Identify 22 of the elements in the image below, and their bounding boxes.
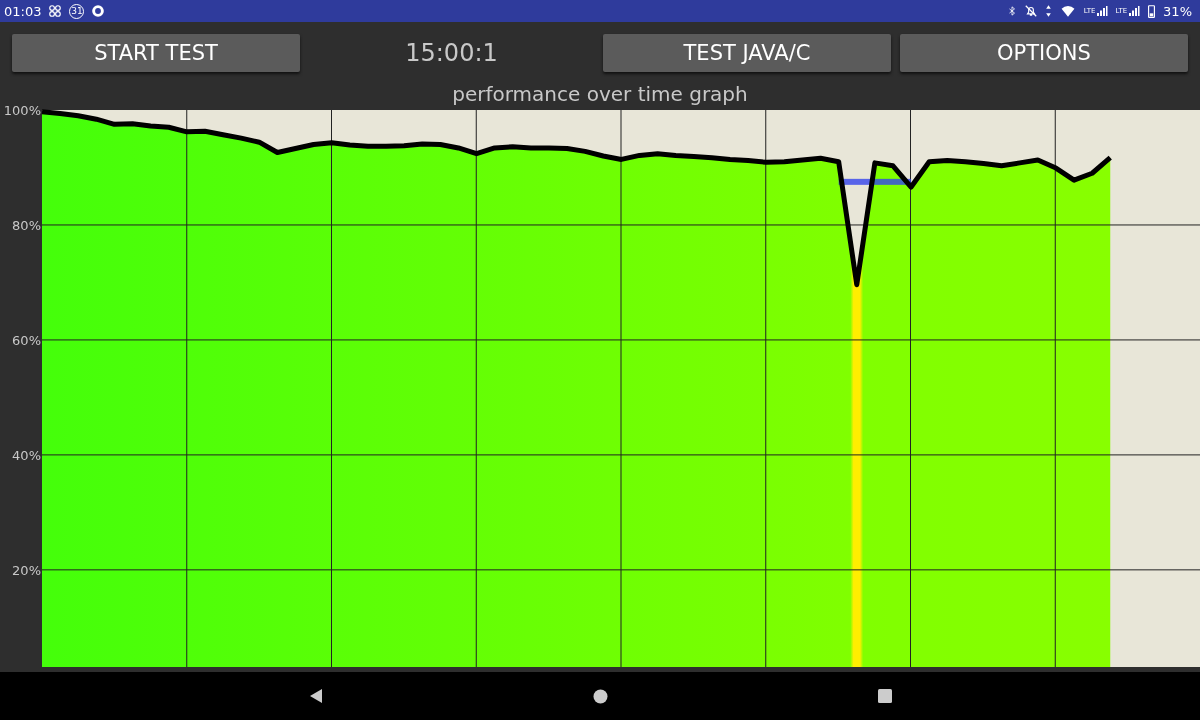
- y-axis-label: 100%: [3, 104, 41, 118]
- back-icon[interactable]: [308, 688, 323, 704]
- record-icon: [91, 4, 106, 18]
- data-arrows-icon: [1044, 4, 1052, 18]
- bell-off-icon: [1023, 4, 1038, 18]
- options-button[interactable]: OPTIONS: [900, 34, 1188, 72]
- clock: 01:03: [4, 3, 42, 19]
- signal-icon: [1128, 4, 1141, 18]
- y-axis-label: 80%: [12, 217, 41, 233]
- test-java-c-button[interactable]: TEST JAVA/C: [603, 34, 891, 72]
- start-test-button[interactable]: START TEST: [12, 34, 300, 72]
- battery-icon: [1147, 4, 1157, 18]
- graph-title: performance over time graph: [452, 82, 748, 106]
- y-axis-label: 40%: [12, 447, 41, 463]
- signal-icon: [1096, 4, 1109, 18]
- y-axis-label: 60%: [12, 332, 41, 348]
- home-icon[interactable]: [592, 688, 608, 704]
- timer: 15:00:1: [404, 39, 499, 67]
- y-axis-label: 20%: [12, 562, 41, 578]
- bluetooth-icon: [1006, 4, 1017, 18]
- recents-icon[interactable]: [877, 689, 892, 703]
- battery-level: 31%: [1163, 3, 1192, 19]
